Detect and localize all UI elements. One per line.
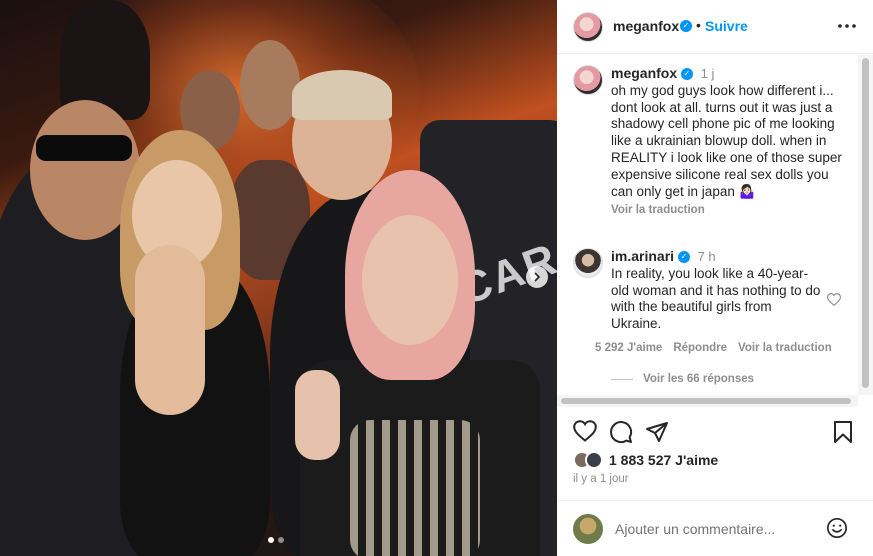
reply-button[interactable]: Répondre — [673, 342, 727, 354]
scrollbar-thumb[interactable] — [561, 398, 851, 404]
comment-body: im.arinari ✓ 7 h In reality, you look li… — [611, 248, 821, 333]
comment-button[interactable] — [609, 420, 633, 449]
horizontal-scrollbar[interactable] — [557, 395, 858, 407]
person-arm — [135, 245, 205, 415]
comments-list[interactable]: meganfox ✓ 1 j oh my god guys look how d… — [557, 55, 857, 395]
next-media-button[interactable] — [526, 266, 548, 288]
bookmark-icon — [834, 421, 852, 443]
emoji-button[interactable] — [826, 517, 848, 544]
header-separator: • — [696, 17, 701, 33]
replies-line — [611, 378, 633, 380]
post-media[interactable]: CAR — [0, 0, 557, 556]
vertical-scrollbar[interactable] — [858, 55, 873, 395]
current-user-avatar — [573, 514, 603, 544]
likes-count[interactable]: 1 883 527 J'aime — [609, 452, 718, 468]
commenter-avatar[interactable] — [573, 248, 603, 278]
like-button[interactable] — [573, 420, 597, 447]
save-button[interactable] — [833, 420, 853, 449]
comment-time[interactable]: 7 h — [698, 249, 716, 264]
carousel-dots — [268, 537, 284, 543]
heart-icon — [573, 420, 597, 442]
see-translation-link[interactable]: Voir la traduction — [611, 202, 705, 219]
smiley-icon — [827, 518, 847, 538]
peace-hand — [295, 370, 340, 460]
see-translation-link[interactable]: Voir la traduction — [738, 342, 832, 354]
comment-input[interactable] — [615, 519, 815, 539]
view-replies-label: Voir les 66 réponses — [643, 373, 755, 385]
more-options-button[interactable] — [835, 14, 859, 38]
verified-badge-icon: ✓ — [680, 68, 693, 81]
person-head — [362, 215, 458, 345]
comment-username[interactable]: im.arinari — [611, 248, 674, 264]
author-avatar[interactable] — [573, 12, 603, 42]
liker-avatar[interactable] — [585, 451, 603, 469]
share-button[interactable] — [645, 420, 669, 449]
sunglasses — [36, 135, 132, 161]
chevron-right-icon — [534, 272, 541, 282]
paper-plane-icon — [646, 422, 668, 442]
verified-badge-icon: ✓ — [680, 20, 692, 32]
scrollbar-thumb[interactable] — [862, 58, 869, 388]
post-actions — [571, 420, 861, 446]
author-avatar[interactable] — [573, 65, 603, 95]
comment-actions: 5 292 J'aime Répondre Voir la traduction — [595, 342, 832, 354]
person-hair — [292, 70, 392, 120]
post-side-panel: meganfox ✓ • Suivre meganfox ✓ 1 j oh my… — [557, 0, 873, 556]
author-username[interactable]: meganfox — [613, 18, 679, 34]
skeleton-print — [350, 420, 480, 556]
add-comment-bar — [557, 501, 873, 556]
crowd-figure — [240, 40, 300, 130]
follow-button[interactable]: Suivre — [705, 18, 748, 34]
comment-likes-count[interactable]: 5 292 J'aime — [595, 342, 662, 354]
heart-icon — [826, 293, 842, 307]
carousel-dot — [278, 537, 284, 543]
verified-badge-icon: ✓ — [677, 251, 690, 264]
post-date[interactable]: il y a 1 jour — [573, 473, 629, 485]
comment-time[interactable]: 1 j — [701, 66, 715, 81]
more-horizontal-icon — [838, 24, 856, 28]
comment-text: In reality, you look like a 40-year-old … — [611, 265, 821, 332]
like-comment-button[interactable] — [826, 293, 842, 311]
comment-text: oh my god guys look how different i... d… — [611, 82, 842, 199]
comment-bubble-icon — [610, 421, 633, 444]
likes-row: 1 883 527 J'aime — [573, 451, 718, 469]
post-header: meganfox ✓ • Suivre — [557, 0, 873, 54]
carousel-dot-active — [268, 537, 274, 543]
view-replies-button[interactable]: Voir les 66 réponses — [611, 373, 754, 385]
comment-username[interactable]: meganfox — [611, 65, 677, 81]
comment-body: meganfox ✓ 1 j oh my god guys look how d… — [611, 65, 851, 219]
